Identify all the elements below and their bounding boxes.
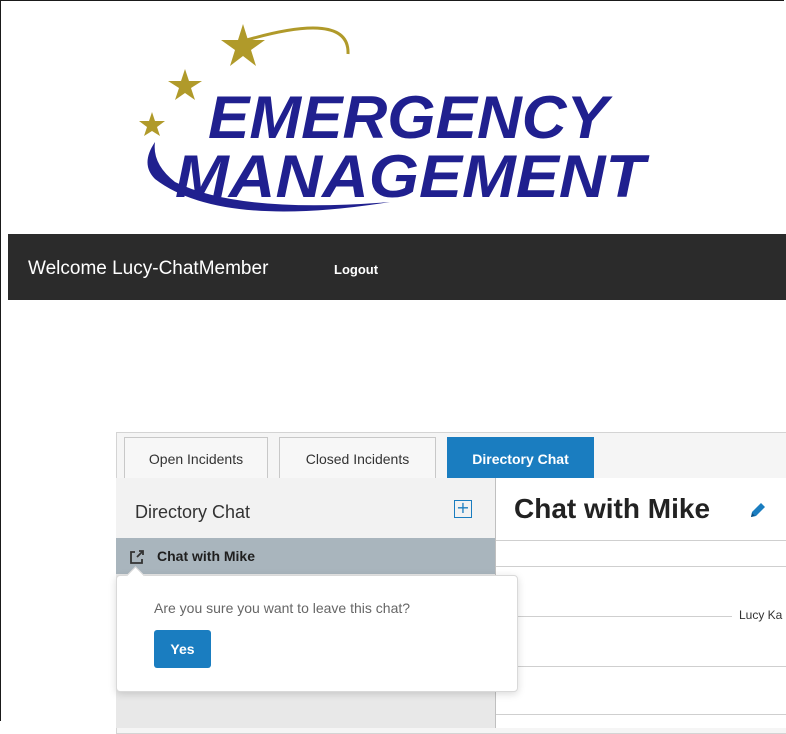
logo-line-1: EMERGENCY [208, 84, 613, 151]
tab-directory-chat[interactable]: Directory Chat [447, 437, 594, 479]
divider [496, 566, 786, 567]
star-icon [168, 69, 202, 100]
tab-open-incidents[interactable]: Open Incidents [124, 437, 268, 479]
message-divider [496, 616, 732, 617]
tab-closed-incidents[interactable]: Closed Incidents [279, 437, 436, 479]
chat-title: Chat with Mike [514, 493, 711, 524]
sidebar-header: Directory Chat + [116, 478, 495, 538]
plus-square-icon[interactable]: + [454, 500, 472, 518]
yes-button[interactable]: Yes [154, 630, 211, 668]
logo-line-2: MANAGEMENT [175, 143, 650, 210]
leave-chat-popover: Are you sure you want to leave this chat… [116, 566, 518, 692]
logout-link[interactable]: Logout [334, 262, 378, 277]
star-icon [221, 24, 265, 66]
welcome-text: Welcome Lucy-ChatMember [28, 258, 269, 279]
emergency-management-logo: EMERGENCY MANAGEMENT [139, 24, 650, 212]
divider [496, 666, 786, 667]
external-link-icon[interactable] [129, 549, 145, 565]
divider [496, 540, 786, 541]
sidebar-title: Directory Chat [135, 502, 251, 522]
message-sender: Lucy Ka [739, 608, 783, 622]
confirm-text: Are you sure you want to leave this chat… [154, 600, 411, 616]
sidebar-item-label: Chat with Mike [157, 548, 256, 564]
divider [496, 714, 786, 715]
chat-main: Chat with Mike Lucy Ka [496, 478, 786, 728]
top-navbar: Welcome Lucy-ChatMember Logout [8, 234, 786, 300]
sidebar-item-chat-with-mike[interactable]: Chat with Mike [116, 538, 495, 574]
pencil-icon[interactable] [748, 500, 768, 520]
star-icon [139, 112, 165, 136]
